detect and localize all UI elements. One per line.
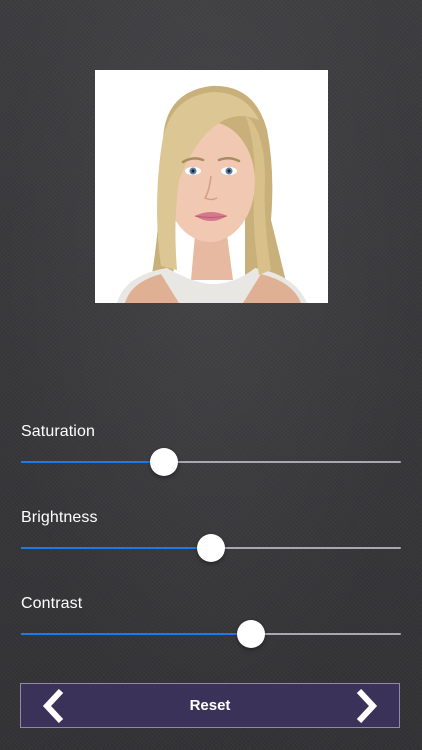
contrast-slider-thumb[interactable] bbox=[236, 620, 265, 648]
portrait-image bbox=[95, 70, 328, 303]
contrast-track-fill bbox=[21, 633, 251, 635]
portrait-photo bbox=[95, 70, 328, 303]
contrast-slider-group: Contrast bbox=[21, 594, 401, 649]
reset-toolbar: Reset bbox=[20, 683, 400, 728]
previous-button[interactable] bbox=[31, 684, 75, 727]
reset-button[interactable]: Reset bbox=[174, 684, 247, 727]
saturation-track-fill bbox=[21, 461, 164, 463]
contrast-label: Contrast bbox=[21, 595, 83, 612]
brightness-track-fill bbox=[21, 547, 211, 549]
brightness-slider[interactable] bbox=[21, 533, 401, 563]
saturation-slider[interactable] bbox=[21, 447, 401, 477]
brightness-label: Brightness bbox=[21, 509, 98, 526]
saturation-slider-thumb[interactable] bbox=[149, 448, 178, 476]
saturation-label: Saturation bbox=[21, 423, 95, 440]
chevron-right-icon bbox=[356, 688, 378, 723]
brightness-slider-thumb[interactable] bbox=[197, 534, 225, 562]
contrast-slider[interactable] bbox=[21, 619, 401, 649]
saturation-slider-group: Saturation bbox=[21, 422, 401, 477]
next-button[interactable] bbox=[345, 684, 389, 727]
brightness-slider-group: Brightness bbox=[21, 508, 401, 563]
chevron-left-icon bbox=[42, 688, 64, 723]
